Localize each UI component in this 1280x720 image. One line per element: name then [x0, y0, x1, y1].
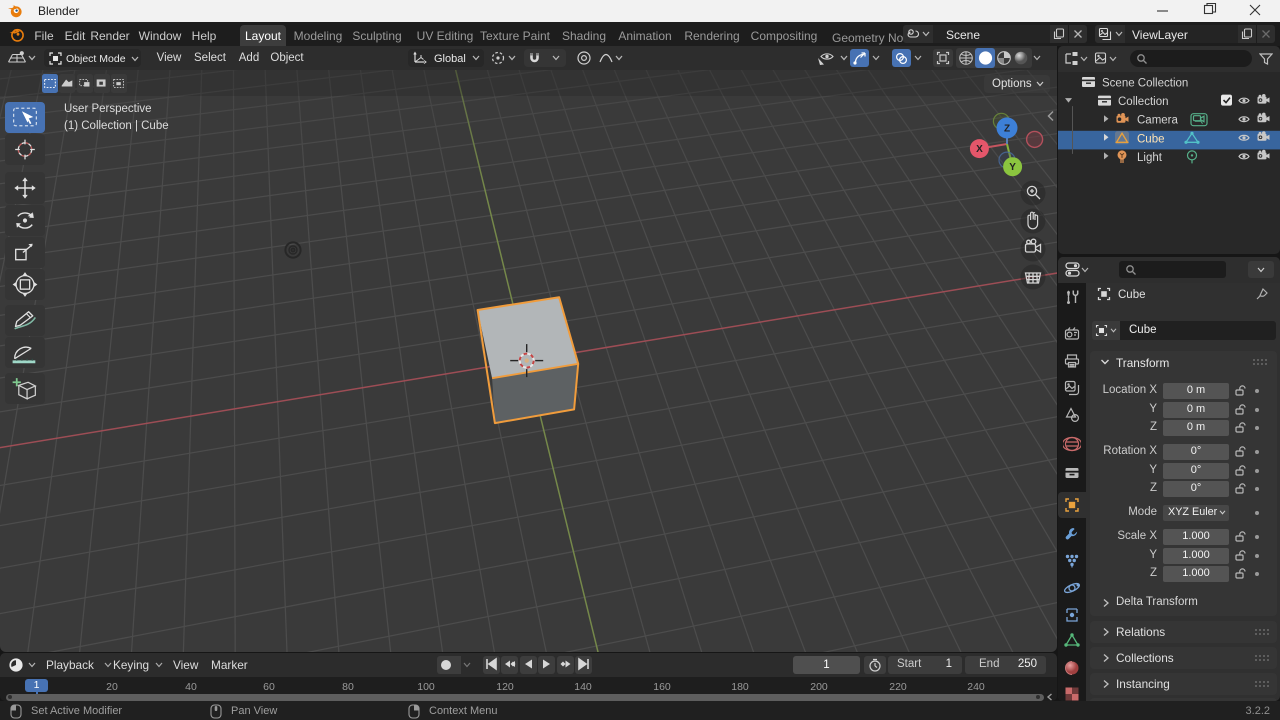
svg-text:Z: Z	[1004, 123, 1010, 134]
svg-text:Cube: Cube	[1137, 133, 1165, 145]
svg-text:Scene Collection: Scene Collection	[1102, 78, 1188, 90]
svg-text:Light: Light	[1137, 152, 1163, 164]
svg-text:Camera: Camera	[1137, 115, 1179, 127]
svg-text:X: X	[976, 144, 983, 155]
svg-text:Y: Y	[1009, 162, 1016, 173]
svg-text:Collection: Collection	[1118, 96, 1169, 108]
